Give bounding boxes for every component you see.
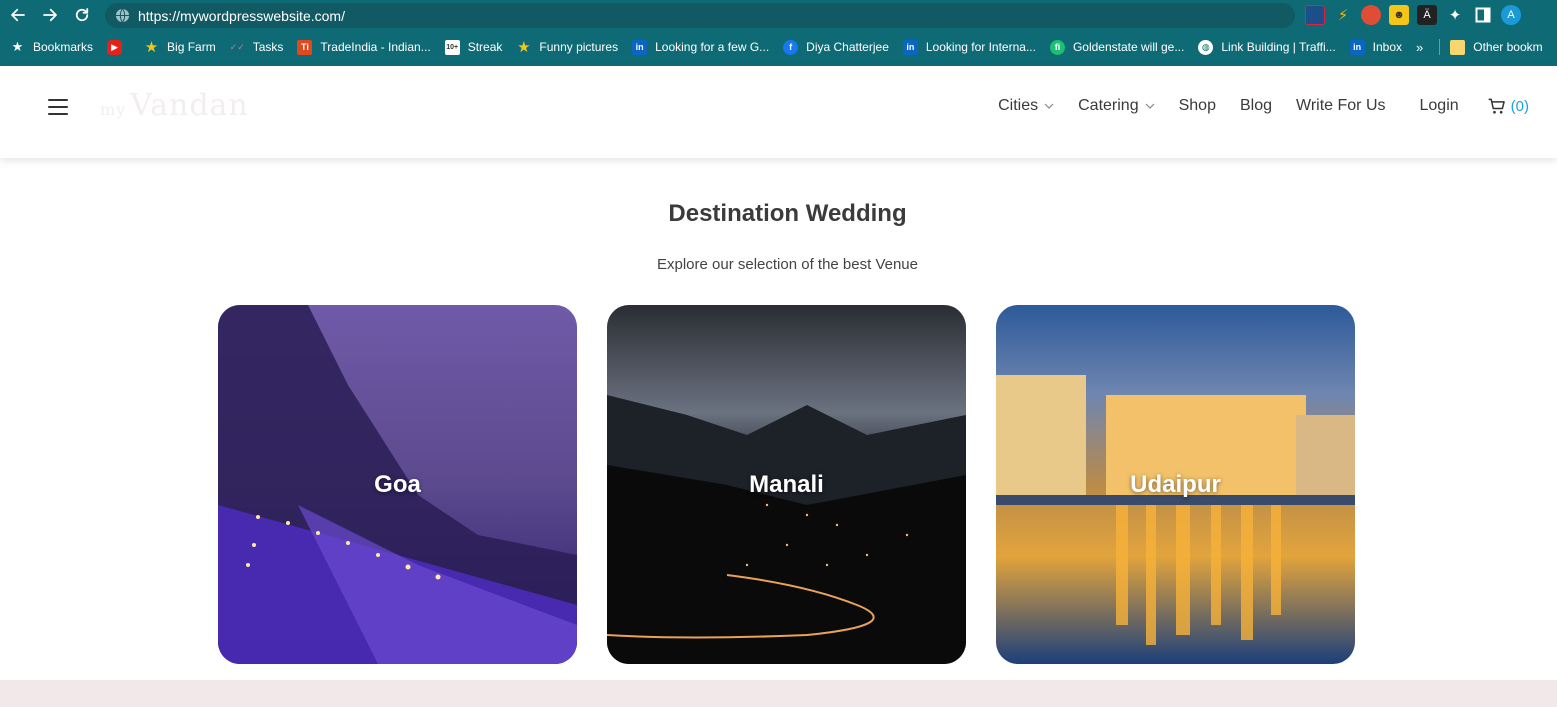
linkedin-icon: in (902, 39, 918, 55)
globe-icon: ◍ (1198, 39, 1214, 55)
bookmark-item[interactable]: in Inbox (1349, 39, 1402, 55)
destination-card-goa[interactable]: Goa (218, 305, 577, 664)
tradeindia-icon: Ti (297, 39, 313, 55)
star-icon: ★ (144, 39, 159, 56)
destination-cards: Goa Manali Udaipur (218, 305, 1355, 664)
section-title: Destination Wedding (668, 200, 907, 227)
footer-band (0, 680, 1557, 707)
star-icon: ★ (11, 39, 24, 54)
facebook-icon: f (783, 39, 799, 55)
puzzle-icon[interactable]: ✦ (1445, 5, 1465, 25)
site-logo[interactable]: my Vandan (100, 88, 249, 123)
nav-catering[interactable]: Catering (1078, 97, 1155, 115)
side-panel-icon[interactable] (1473, 5, 1493, 25)
bookmark-item[interactable]: 10+ Streak (444, 39, 502, 55)
streak-icon: 10+ (444, 39, 460, 55)
extension-dictionary-icon[interactable]: Ä (1417, 5, 1437, 25)
cart-count: (0) (1510, 97, 1529, 115)
youtube-icon: ▶ (107, 39, 123, 55)
site-header: my Vandan Cities Catering Shop Blog Write… (0, 66, 1557, 158)
nav-write-for-us[interactable]: Write For Us (1296, 97, 1385, 115)
profile-avatar[interactable]: A (1501, 5, 1521, 25)
bookmarks-divider (1439, 39, 1441, 55)
more-bookmarks-button[interactable]: » (1416, 40, 1423, 55)
chevron-down-icon (1044, 103, 1054, 109)
main-navigation: Cities Catering Shop Blog Write For Us L… (974, 96, 1529, 116)
destination-card-manali[interactable]: Manali (607, 305, 966, 664)
bookmark-item[interactable]: ★ Big Farm (144, 39, 216, 56)
nav-shop[interactable]: Shop (1179, 97, 1216, 115)
reload-button[interactable] (70, 4, 94, 26)
bookmark-item[interactable]: ★ Funny pictures (516, 39, 618, 56)
extension-bolt-icon[interactable]: ⚡ (1333, 5, 1353, 25)
cart-button[interactable]: (0) (1487, 96, 1529, 116)
site-info-icon[interactable] (115, 8, 130, 23)
card-label: Manali (749, 470, 824, 498)
linkedin-icon: in (632, 39, 648, 55)
forward-arrow-icon (43, 8, 57, 22)
bookmark-item[interactable]: Ti TradeIndia - Indian... (297, 39, 431, 55)
bookmark-item[interactable]: f Diya Chatterjee (783, 39, 889, 55)
url-text: https://mywordpresswebsite.com/ (138, 7, 345, 24)
menu-icon[interactable] (48, 99, 68, 115)
bookmark-item[interactable]: ★ Bookmarks (10, 39, 93, 55)
extension-shield-icon[interactable] (1305, 5, 1325, 25)
browser-chrome: https://mywordpresswebsite.com/ ⚡ ☻ Ä ✦ … (0, 0, 1557, 66)
star-icon: ★ (517, 39, 531, 56)
cart-icon (1488, 98, 1505, 114)
linkedin-icon: in (1349, 39, 1365, 55)
tasks-icon: ✓✓ (229, 41, 245, 52)
bookmark-item[interactable]: ✓✓ Tasks (230, 40, 284, 55)
back-button[interactable] (6, 4, 30, 26)
card-label: Goa (374, 470, 421, 498)
extension-face-icon[interactable]: ☻ (1389, 5, 1409, 25)
fiverr-icon: fi (1049, 39, 1065, 55)
back-arrow-icon (11, 8, 25, 22)
bookmark-item[interactable]: ▶ (107, 39, 130, 55)
nav-cities[interactable]: Cities (998, 97, 1054, 115)
forward-button[interactable] (38, 4, 62, 26)
address-bar[interactable]: https://mywordpresswebsite.com/ (105, 3, 1295, 28)
destination-card-udaipur[interactable]: Udaipur (996, 305, 1355, 664)
extension-feather-icon[interactable] (1361, 5, 1381, 25)
bookmarks-bar: ★ Bookmarks ▶ ★ Big Farm ✓✓ Tasks Ti Tra… (0, 34, 1557, 60)
section-subtitle: Explore our selection of the best Venue (656, 256, 918, 273)
nav-login[interactable]: Login (1420, 97, 1459, 115)
other-bookmarks[interactable]: Other bookm (1450, 39, 1543, 55)
bookmark-item[interactable]: in Looking for a few G... (632, 39, 769, 55)
chevron-down-icon (1145, 103, 1155, 109)
bookmark-item[interactable]: ◍ Link Building | Traffi... (1198, 39, 1336, 55)
folder-icon (1450, 39, 1466, 55)
bookmark-item[interactable]: fi Goldenstate will ge... (1049, 39, 1184, 55)
card-label: Udaipur (1130, 470, 1221, 498)
extensions-bar: ⚡ ☻ Ä ✦ A (1305, 4, 1521, 26)
nav-blog[interactable]: Blog (1240, 97, 1272, 115)
reload-icon (75, 8, 89, 22)
bookmark-item[interactable]: in Looking for Interna... (902, 39, 1036, 55)
